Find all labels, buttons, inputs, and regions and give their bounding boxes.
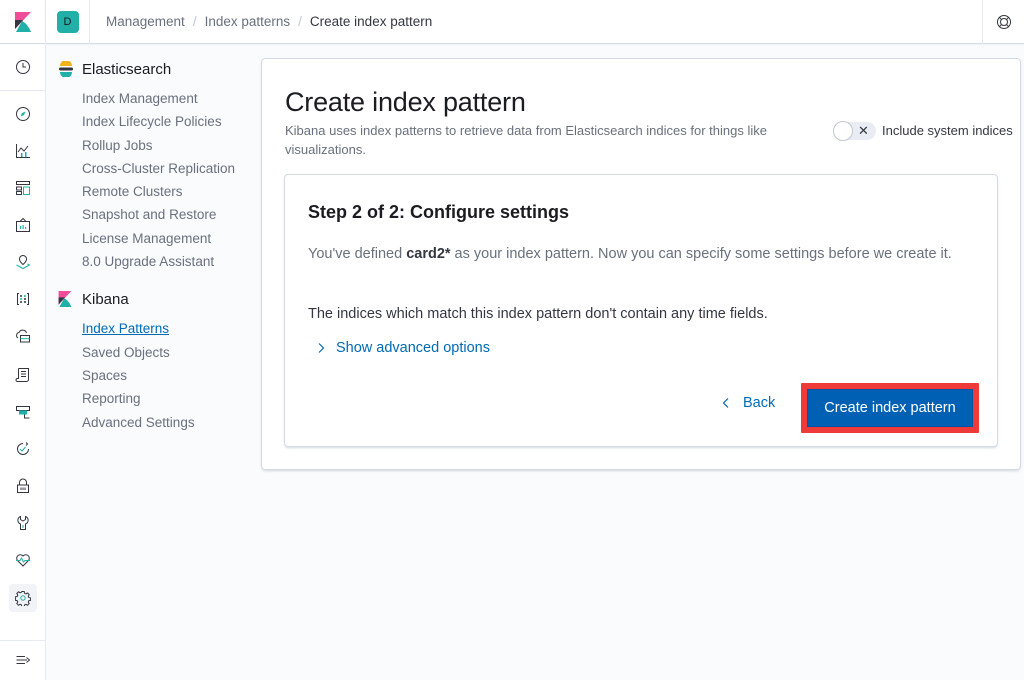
step-card: Step 2 of 2: Configure settings You've d… bbox=[284, 174, 998, 447]
logs-icon bbox=[15, 368, 29, 382]
side-group-elasticsearch: Elasticsearch bbox=[58, 58, 248, 80]
space-selector[interactable]: D bbox=[46, 0, 90, 44]
back-label: Back bbox=[743, 395, 776, 411]
nav-discover[interactable] bbox=[9, 100, 37, 128]
page-description: Kibana uses index patterns to retrieve d… bbox=[285, 123, 767, 157]
highlight-outline: Create index pattern bbox=[801, 383, 979, 433]
close-icon: ✕ bbox=[858, 122, 869, 138]
chart-icon bbox=[16, 144, 30, 158]
apm-icon bbox=[16, 406, 30, 419]
side-item-license-management[interactable]: License Management bbox=[82, 230, 248, 253]
wrench-icon bbox=[17, 515, 29, 530]
dock-expand-icon bbox=[16, 656, 31, 664]
side-group-kibana: Kibana bbox=[58, 288, 248, 310]
lock-icon bbox=[17, 478, 29, 493]
index-pattern-name: card2* bbox=[406, 246, 451, 262]
nav-logs[interactable] bbox=[9, 361, 37, 389]
dashboard-icon bbox=[16, 181, 30, 195]
toggle-label: Include system indices bbox=[882, 123, 1013, 138]
text: You've defined bbox=[308, 246, 407, 262]
gear-icon bbox=[15, 591, 31, 606]
breadcrumb-separator: / bbox=[192, 14, 197, 29]
clock-icon bbox=[16, 60, 30, 74]
nav-siem[interactable] bbox=[9, 472, 37, 500]
nav-recently-viewed[interactable] bbox=[9, 53, 37, 81]
step-pattern-description: You've defined card2* as your index patt… bbox=[308, 243, 978, 265]
back-button[interactable]: Back bbox=[721, 395, 775, 411]
side-item-index-lifecycle-policies[interactable]: Index Lifecycle Policies bbox=[82, 113, 248, 136]
nav-machine-learning[interactable] bbox=[9, 285, 37, 313]
side-group-title: Kibana bbox=[82, 290, 129, 308]
help-button[interactable] bbox=[982, 0, 1024, 44]
ml-icon bbox=[17, 293, 29, 305]
cloud-server-icon bbox=[16, 329, 30, 343]
elasticsearch-items: Index Management Index Lifecycle Policie… bbox=[82, 90, 248, 276]
kibana-logo-icon bbox=[14, 11, 31, 32]
breadcrumb-separator: / bbox=[298, 14, 302, 29]
side-item-cross-cluster-replication[interactable]: Cross-Cluster Replication bbox=[82, 160, 248, 183]
side-group-title: Elasticsearch bbox=[82, 60, 172, 78]
chevron-left-icon bbox=[721, 397, 731, 409]
kibana-items: Index Patterns Saved Objects Spaces Repo… bbox=[82, 320, 248, 436]
nav-management[interactable] bbox=[9, 584, 37, 612]
space-avatar[interactable]: D bbox=[56, 10, 79, 33]
side-item-snapshot-and-restore[interactable]: Snapshot and Restore bbox=[82, 206, 248, 229]
top-header: D Management / Index patterns / Create i… bbox=[0, 0, 1024, 44]
left-nav bbox=[0, 44, 46, 680]
nav-infrastructure[interactable] bbox=[9, 322, 37, 350]
nav-maps[interactable] bbox=[9, 248, 37, 276]
page-title: Create index pattern bbox=[285, 87, 526, 117]
compass-icon bbox=[16, 107, 30, 121]
side-item-index-patterns[interactable]: Index Patterns bbox=[82, 320, 248, 343]
side-item-rollup-jobs[interactable]: Rollup Jobs bbox=[82, 137, 248, 160]
no-time-fields-message: The indices which match this index patte… bbox=[308, 306, 768, 322]
side-item-reporting[interactable]: Reporting bbox=[82, 390, 248, 413]
uptime-icon bbox=[17, 442, 29, 455]
side-item-index-management[interactable]: Index Management bbox=[82, 90, 248, 113]
nav-divider bbox=[0, 640, 46, 641]
side-item-spaces[interactable]: Spaces bbox=[82, 367, 248, 390]
help-lifebuoy-icon bbox=[996, 14, 1011, 29]
breadcrumb: Management / Index patterns / Create ind… bbox=[90, 14, 982, 29]
breadcrumb-current: Create index pattern bbox=[309, 14, 433, 29]
text: as your index pattern. Now you can speci… bbox=[450, 246, 952, 262]
system-indices-switch[interactable]: ✕ bbox=[833, 120, 876, 141]
side-item-advanced-settings[interactable]: Advanced Settings bbox=[82, 414, 248, 437]
breadcrumb-index-patterns[interactable]: Index patterns bbox=[205, 14, 291, 29]
advanced-options-label: Show advanced options bbox=[336, 340, 490, 356]
kibana-icon bbox=[58, 291, 74, 308]
include-system-indices-toggle[interactable]: ✕ Include system indices bbox=[833, 120, 1014, 141]
heartbeat-icon bbox=[16, 554, 30, 567]
nav-monitoring[interactable] bbox=[9, 546, 37, 574]
kibana-logo[interactable] bbox=[0, 0, 46, 44]
nav-dashboard[interactable] bbox=[9, 174, 37, 202]
map-pin-icon bbox=[16, 254, 31, 270]
nav-visualize[interactable] bbox=[9, 137, 37, 165]
side-item-upgrade-assistant[interactable]: 8.0 Upgrade Assistant bbox=[82, 253, 248, 276]
elasticsearch-icon bbox=[58, 61, 74, 77]
nav-uptime[interactable] bbox=[9, 435, 37, 463]
show-advanced-options-link[interactable]: Show advanced options bbox=[316, 340, 490, 356]
step-title: Step 2 of 2: Configure settings bbox=[308, 202, 570, 222]
canvas-icon bbox=[16, 217, 30, 232]
management-side-menu: Elasticsearch Index Management Index Lif… bbox=[58, 58, 248, 437]
switch-knob bbox=[833, 120, 853, 141]
chevron-right-icon bbox=[316, 342, 326, 354]
create-index-pattern-button[interactable]: Create index pattern bbox=[807, 389, 973, 427]
create-index-pattern-panel: Create index pattern Kibana uses index p… bbox=[261, 58, 1021, 470]
side-item-saved-objects[interactable]: Saved Objects bbox=[82, 344, 248, 367]
side-item-remote-clusters[interactable]: Remote Clusters bbox=[82, 183, 248, 206]
nav-divider bbox=[0, 90, 46, 91]
nav-canvas[interactable] bbox=[9, 211, 37, 239]
nav-dev-tools[interactable] bbox=[9, 509, 37, 537]
breadcrumb-management[interactable]: Management bbox=[106, 14, 185, 29]
nav-collapse-button[interactable] bbox=[9, 646, 37, 674]
nav-apm[interactable] bbox=[9, 398, 37, 426]
